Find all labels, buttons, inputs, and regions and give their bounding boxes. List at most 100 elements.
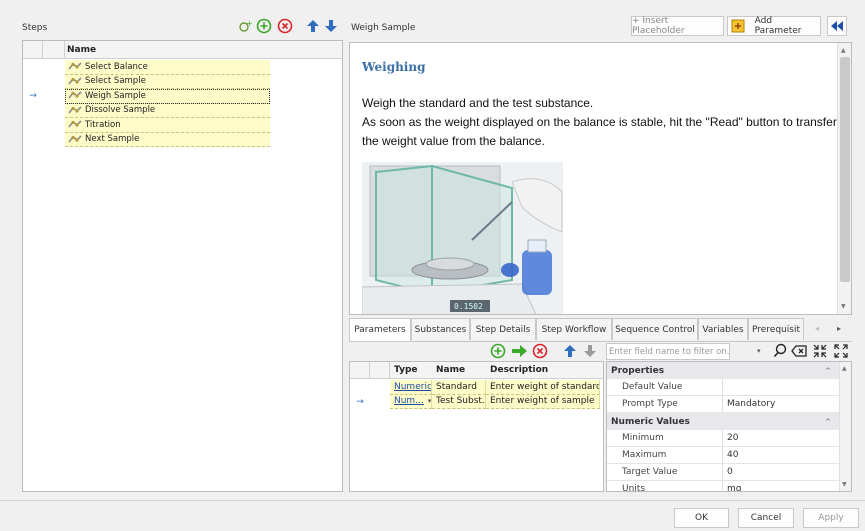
parameters-table: Type Name Description Numeric Standard Ent… <box>349 361 604 492</box>
prop-value[interactable] <box>722 379 851 395</box>
name-cell[interactable]: Standard <box>432 380 486 395</box>
type-dropdown-icon[interactable]: ▾ <box>428 397 431 405</box>
expand-all-icon[interactable] <box>833 343 849 359</box>
search-icon[interactable] <box>773 343 787 359</box>
type-cell[interactable]: Numeric <box>390 380 432 395</box>
prop-value[interactable]: mg <box>722 481 851 491</box>
move-down-icon[interactable] <box>324 18 338 34</box>
prop-value[interactable]: Mandatory <box>722 396 851 412</box>
filter-input[interactable]: Enter field name to filter on... <box>606 343 730 360</box>
tab-variables[interactable]: Variables <box>698 318 748 340</box>
prop-value[interactable]: 20 <box>722 430 851 446</box>
scrollbar-thumb[interactable] <box>840 57 850 282</box>
step-icon <box>68 106 82 114</box>
step-item[interactable]: Select Balance <box>23 60 342 75</box>
category-collapse-icon[interactable]: ^ <box>825 418 831 426</box>
tab-step-workflow[interactable]: Step Workflow <box>536 318 612 340</box>
prop-minimum[interactable]: Minimum 20 <box>607 430 851 447</box>
tab-label: Step Workflow <box>541 324 607 335</box>
step-cell[interactable]: Next Sample <box>65 132 270 147</box>
prop-default-value[interactable]: Default Value <box>607 379 851 396</box>
tab-strip: Parameters Substances Step Details Step … <box>349 318 852 342</box>
collapse-panel-button[interactable] <box>827 16 847 36</box>
step-icon <box>68 77 82 85</box>
tab-sequence-control[interactable]: Sequence Control <box>612 318 698 340</box>
cancel-button[interactable]: Cancel <box>738 508 794 528</box>
numeric-values-category[interactable]: Numeric Values ^ <box>607 413 851 430</box>
tab-step-details[interactable]: Step Details <box>470 318 536 340</box>
step-icon <box>68 91 82 99</box>
table-row[interactable]: Numeric Standard Enter weight of standard <box>350 380 603 395</box>
insert-placeholder-button[interactable]: + Insert Placeholder <box>631 16 724 36</box>
apply-button[interactable]: Apply <box>803 508 859 528</box>
header-description: Description <box>490 365 549 375</box>
rich-text-editor[interactable]: Weighing Weigh the standard and the test… <box>349 42 852 315</box>
step-cell[interactable]: Dissolve Sample <box>65 103 270 118</box>
description-cell[interactable]: Enter weight of sample <box>486 394 600 409</box>
add-child-step-icon[interactable]: + <box>237 18 253 34</box>
move-up-icon[interactable] <box>306 18 320 34</box>
add-parameter-button[interactable]: Add Parameter <box>727 16 821 36</box>
name-cell-text: Standard <box>436 381 477 392</box>
tab-prerequisites[interactable]: Prerequisit <box>748 318 804 340</box>
svg-text:+: + <box>246 19 253 28</box>
current-row-arrow-icon: → <box>29 91 37 101</box>
filter-dropdown-icon[interactable]: ▾ <box>757 347 761 355</box>
tab-scroll-left-icon[interactable]: ◂ <box>815 324 819 333</box>
description-cell-text: Enter weight of standard <box>490 381 600 392</box>
scroll-up-icon[interactable]: ▲ <box>842 365 847 372</box>
row-indicator <box>23 118 43 133</box>
prop-label: Default Value <box>622 382 683 392</box>
step-item[interactable]: → Weigh Sample <box>23 89 342 104</box>
tab-label: Step Details <box>475 324 531 335</box>
step-item[interactable]: Select Sample <box>23 74 342 89</box>
steps-toolbar: Steps <box>22 18 342 38</box>
step-item[interactable]: Dissolve Sample <box>23 103 342 118</box>
step-cell[interactable]: Select Balance <box>65 60 270 75</box>
step-item[interactable]: Next Sample <box>23 132 342 148</box>
step-item[interactable]: Titration <box>23 118 342 133</box>
collapse-all-icon[interactable] <box>812 343 828 359</box>
step-cell[interactable]: Select Sample <box>65 74 270 89</box>
step-cell[interactable]: Weigh Sample <box>65 89 270 104</box>
add-step-icon[interactable] <box>256 18 272 34</box>
category-collapse-icon[interactable]: ^ <box>825 367 831 375</box>
type-cell[interactable]: Num... ▾ <box>390 394 432 409</box>
step-cell[interactable]: Titration <box>65 118 270 133</box>
properties-scrollbar[interactable]: ▲ ▼ <box>839 362 851 491</box>
scroll-down-icon[interactable]: ▼ <box>841 303 846 310</box>
tab-label: Prerequisit <box>752 324 800 335</box>
prop-target-value[interactable]: Target Value 0 <box>607 464 851 481</box>
parameter-down-icon[interactable] <box>583 343 597 359</box>
prop-value[interactable]: 40 <box>722 447 851 463</box>
ok-button[interactable]: OK <box>674 508 729 528</box>
tab-label: Parameters <box>354 325 406 335</box>
insert-parameter-arrow-icon[interactable] <box>510 343 528 359</box>
tab-parameters[interactable]: Parameters <box>349 318 411 341</box>
tab-scroll-right-icon[interactable]: ▸ <box>837 324 841 333</box>
prop-maximum[interactable]: Maximum 40 <box>607 447 851 464</box>
properties-category[interactable]: Properties ^ <box>607 362 851 379</box>
prop-prompt-type[interactable]: Prompt Type Mandatory <box>607 396 851 413</box>
prop-units[interactable]: Units mg <box>607 481 851 491</box>
table-row[interactable]: → Num... ▾ Test Subst... Enter weight of sam… <box>350 394 603 409</box>
clear-filter-icon[interactable] <box>791 344 807 358</box>
tab-substances[interactable]: Substances <box>411 318 470 340</box>
row-indicator <box>23 133 43 148</box>
name-cell[interactable]: Test Subst... <box>432 394 486 409</box>
parameter-up-icon[interactable] <box>563 343 577 359</box>
numeric-category-label: Numeric Values <box>611 416 690 427</box>
content-heading: Weighing <box>362 60 426 74</box>
step-label: Next Sample <box>85 134 140 145</box>
add-parameter-icon[interactable] <box>490 343 506 359</box>
prop-value[interactable]: 0 <box>722 464 851 480</box>
description-cell[interactable]: Enter weight of standard <box>486 380 600 395</box>
editor-scrollbar[interactable]: ▲ ▼ <box>837 43 851 314</box>
scroll-up-icon[interactable]: ▲ <box>841 47 846 54</box>
scroll-down-icon[interactable]: ▼ <box>842 481 847 488</box>
delete-parameter-icon[interactable] <box>532 343 548 359</box>
steps-header: Name <box>23 41 342 59</box>
double-arrow-left-icon <box>831 21 843 31</box>
steps-title: Steps <box>22 23 48 33</box>
delete-step-icon[interactable] <box>277 18 293 34</box>
